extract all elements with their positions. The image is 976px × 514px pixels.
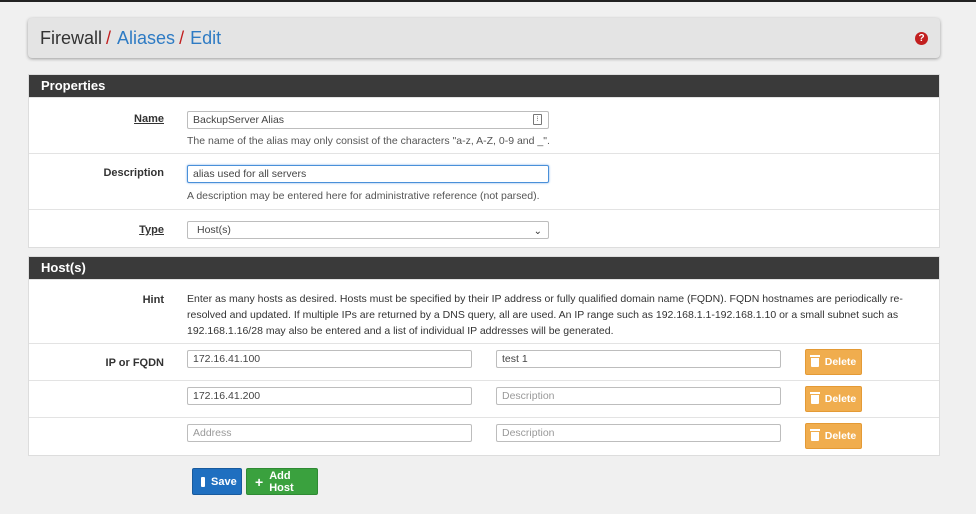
delete-label: Delete <box>824 393 857 405</box>
breadcrumb-separator: / <box>106 27 112 48</box>
chevron-down-icon: ⌄ <box>533 226 542 237</box>
delete-button[interactable]: Delete <box>805 349 862 375</box>
hosts-heading: Host(s) <box>29 257 939 279</box>
name-input[interactable]: BackupServer Alias ⁝ <box>187 111 549 129</box>
type-row: Type Host(s) ⌄ <box>29 209 939 247</box>
delete-label: Delete <box>824 430 857 442</box>
description-placeholder: Description <box>502 390 555 402</box>
question-circle-icon[interactable]: ? <box>915 32 928 45</box>
save-button[interactable]: Save <box>192 468 242 495</box>
properties-heading: Properties <box>29 75 939 97</box>
add-host-label: Add Host <box>269 469 294 494</box>
host-description-input[interactable]: Description <box>496 387 781 405</box>
breadcrumb-firewall: Firewall <box>40 27 103 48</box>
save-label: Save <box>211 475 237 488</box>
address-input[interactable]: 172.16.41.100 <box>187 350 472 368</box>
type-label: Type <box>139 224 164 236</box>
keyboard-icon: ⁝ <box>533 114 542 125</box>
host-row: Address Description Delete <box>29 417 939 454</box>
host-description-input[interactable]: Description <box>496 424 781 442</box>
trash-icon <box>809 354 820 367</box>
ip-fqdn-label: IP or FQDN <box>105 357 164 369</box>
plus-icon: + <box>255 473 264 490</box>
address-input[interactable]: 172.16.41.200 <box>187 387 472 405</box>
description-help: A description may be entered here for ad… <box>187 190 540 202</box>
type-select[interactable]: Host(s) ⌄ <box>187 221 549 239</box>
host-description-value: test 1 <box>502 353 528 365</box>
hint-text: Enter as many hosts as desired. Hosts mu… <box>187 293 903 337</box>
add-host-button[interactable]: + Add Host <box>246 468 318 495</box>
properties-panel: Properties Name BackupServer Alias ⁝ The… <box>28 74 940 248</box>
name-value: BackupServer Alias <box>193 114 285 126</box>
host-description-input[interactable]: test 1 <box>496 350 781 368</box>
name-label: Name <box>134 113 164 125</box>
floppy-disk-icon <box>201 476 205 487</box>
breadcrumb-separator: / <box>179 27 185 48</box>
hosts-panel: Host(s) Hint Enter as many hosts as desi… <box>28 256 940 456</box>
trash-icon <box>809 428 820 441</box>
host-row: IP or FQDN 172.16.41.100 test 1 Delete <box>29 343 939 380</box>
delete-button[interactable]: Delete <box>805 423 862 449</box>
name-help: The name of the alias may only consist o… <box>187 135 550 147</box>
address-value: 172.16.41.200 <box>193 390 261 402</box>
description-placeholder: Description <box>502 427 555 439</box>
delete-button[interactable]: Delete <box>805 386 862 412</box>
hint-row: Hint Enter as many hosts as desired. Hos… <box>29 279 939 343</box>
trash-icon <box>809 391 820 404</box>
type-value: Host(s) <box>197 224 231 236</box>
description-input[interactable]: alias used for all servers <box>187 165 549 183</box>
address-value: 172.16.41.100 <box>193 353 261 365</box>
address-placeholder: Address <box>193 427 232 439</box>
address-input[interactable]: Address <box>187 424 472 442</box>
description-value: alias used for all servers <box>193 168 307 180</box>
breadcrumb-aliases-link[interactable]: Aliases <box>117 28 175 49</box>
description-label: Description <box>103 167 164 179</box>
host-row: 172.16.41.200 Description Delete <box>29 380 939 417</box>
hint-label: Hint <box>142 294 164 306</box>
breadcrumb: Firewall / Aliases / Edit ? <box>28 18 940 58</box>
delete-label: Delete <box>824 356 857 368</box>
name-row: Name BackupServer Alias ⁝ The name of th… <box>29 97 939 153</box>
description-row: Description alias used for all servers A… <box>29 153 939 209</box>
breadcrumb-edit-link[interactable]: Edit <box>190 28 221 49</box>
